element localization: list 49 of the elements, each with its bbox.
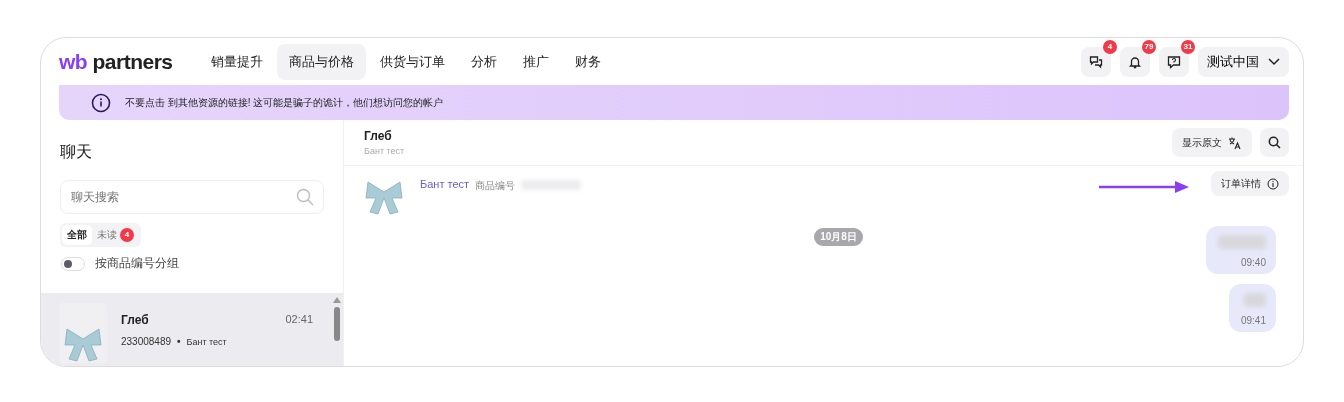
date-pill: 10月8日 — [814, 228, 863, 246]
contact-name: Глеб — [364, 129, 393, 143]
nav-tab[interactable]: 分析 — [458, 43, 509, 80]
sidebar-title: 聊天 — [59, 142, 93, 162]
filter-tab[interactable]: 未读 4 — [92, 225, 139, 245]
info-icon — [1267, 177, 1279, 190]
redacted-block — [1244, 293, 1266, 307]
toggle-switch[interactable] — [61, 256, 85, 271]
message-time: 09:41 — [1240, 315, 1266, 326]
nav-tab[interactable]: 推广 — [510, 43, 561, 80]
toggle-label: 按商品编号分组 — [95, 255, 179, 272]
message-time: 09:40 — [1240, 257, 1266, 268]
search-icon — [1268, 136, 1281, 149]
count-badge: 4 — [120, 228, 134, 242]
search-button[interactable] — [1260, 128, 1289, 157]
nav-tab[interactable]: 供货与订单 — [367, 43, 457, 80]
bell-icon — [1128, 54, 1142, 69]
nav-tab[interactable]: 财务 — [562, 43, 613, 80]
message-time: 02:41 — [285, 313, 313, 327]
question-bubble-icon — [1167, 54, 1181, 69]
article-number: 233008489 — [121, 336, 172, 347]
account-dropdown[interactable]: 测试中国 — [1198, 46, 1289, 77]
chat-button[interactable] — [1081, 46, 1111, 77]
filter-tab[interactable]: 全部 — [62, 225, 92, 245]
warning-text: 不要点击 到其他资源的链接! 这可能是骗子的诡计，他们想访问您的帐户 — [125, 95, 444, 110]
order-details-button[interactable]: 订单详情 — [1211, 171, 1289, 196]
separator-dot: • — [177, 336, 181, 347]
arrow-icon — [1099, 180, 1191, 194]
product-subtitle: Бант тест — [364, 146, 405, 156]
translate-icon — [1228, 135, 1242, 150]
show-original-button[interactable]: 显示原文 — [1172, 128, 1252, 157]
product-name: Бант тест — [186, 336, 227, 347]
redacted-block — [1218, 235, 1266, 249]
info-icon — [91, 92, 111, 113]
count-badge: 4 — [1103, 39, 1117, 54]
search-field[interactable]: 聊天搜索 — [60, 180, 324, 214]
chat-bubbles-icon — [1089, 54, 1103, 69]
nav-tab[interactable]: 销量提升 — [198, 43, 275, 80]
chevron-down-icon — [1268, 57, 1280, 66]
logo: wb partners — [59, 49, 173, 74]
count-badge: 31 — [1181, 39, 1195, 54]
article-label: 商品编号 — [475, 179, 516, 193]
scrollbar[interactable] — [333, 297, 341, 341]
count-badge: 79 — [1142, 39, 1156, 54]
nav-tab[interactable]: 商品与价格 — [276, 43, 366, 80]
chat-list-item[interactable]: Глеб 02:41 233008489 • Бант тест — [41, 293, 343, 366]
contact-name: Глеб — [121, 313, 149, 327]
product-link[interactable]: Бант тест — [420, 178, 470, 190]
search-icon — [296, 188, 314, 206]
